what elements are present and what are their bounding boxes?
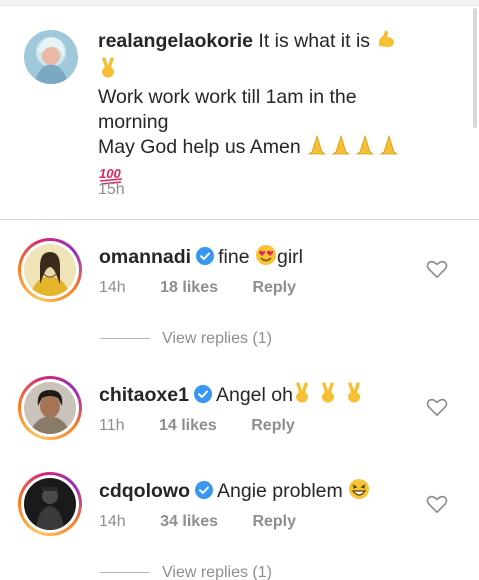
verified-badge-icon — [196, 247, 215, 265]
comment-likes[interactable]: 14 likes — [159, 417, 217, 434]
comment-username[interactable]: chitaoxe1 — [99, 384, 189, 406]
divider — [100, 572, 150, 574]
reply-button[interactable]: Reply — [252, 279, 296, 296]
comment-body: Angie problem — [217, 480, 343, 502]
caption-time: 15h — [98, 181, 125, 198]
comment-text: omannadi fine girl — [99, 244, 303, 272]
comment-time: 14h — [99, 279, 126, 296]
verified-badge-icon — [195, 481, 213, 499]
reply-button[interactable]: Reply — [251, 417, 295, 434]
comment-likes[interactable]: 34 likes — [160, 513, 218, 530]
caption-line-3: morning — [98, 110, 169, 133]
victory-hand-emoji — [293, 382, 371, 410]
comment-time: 11h — [99, 417, 125, 434]
comment-meta: 14h 18 likes Reply — [99, 279, 326, 297]
top-divider — [0, 0, 479, 6]
heart-icon[interactable] — [426, 397, 448, 417]
view-replies-button[interactable]: View replies (1) — [100, 330, 272, 348]
grinning-squinting-face-emoji — [348, 478, 370, 506]
avatar[interactable] — [18, 238, 82, 302]
view-replies-label: View replies (1) — [162, 330, 272, 347]
smiling-face-heart-eyes-emoji — [255, 244, 277, 272]
caption-line-2: Work work work till 1am in the — [98, 86, 357, 108]
comment-username[interactable]: omannadi — [99, 246, 191, 268]
post-caption: realangelaokorie It is what it is Work w… — [0, 10, 479, 220]
comment-body: Angel oh — [215, 384, 293, 406]
caption-username[interactable]: realangelaokorie — [98, 30, 253, 52]
victory-hand-emoji — [98, 56, 118, 86]
reply-button[interactable]: Reply — [252, 513, 296, 530]
heart-icon[interactable] — [426, 259, 448, 279]
comment-username[interactable]: cdqolowo — [99, 480, 190, 502]
comment-body: fine — [218, 246, 250, 268]
divider — [100, 338, 150, 340]
avatar[interactable] — [18, 472, 82, 536]
folded-hands-emoji — [306, 134, 402, 163]
flexed-biceps-emoji — [375, 28, 397, 57]
comment-body-suffix: girl — [276, 246, 303, 268]
caption-line-4: May God help us Amen — [98, 136, 301, 158]
comment-likes[interactable]: 18 likes — [160, 279, 218, 296]
verified-badge-icon — [193, 385, 212, 403]
caption-text: realangelaokorie It is what it is Work w… — [98, 28, 428, 191]
comment-meta: 11h 14 likes Reply — [99, 417, 325, 435]
avatar[interactable] — [24, 30, 78, 84]
caption-line-1: It is what it is — [258, 30, 371, 52]
comment-text: cdqolowo Angie problem — [99, 478, 370, 506]
comment-time: 14h — [99, 513, 126, 530]
heart-icon[interactable] — [426, 494, 448, 514]
avatar[interactable] — [18, 376, 82, 440]
view-replies-label: View replies (1) — [162, 564, 272, 580]
comment-meta: 14h 34 likes Reply — [99, 513, 326, 531]
comment-text: chitaoxe1 Angel oh — [99, 382, 371, 410]
view-replies-button[interactable]: View replies (1) — [100, 564, 272, 580]
